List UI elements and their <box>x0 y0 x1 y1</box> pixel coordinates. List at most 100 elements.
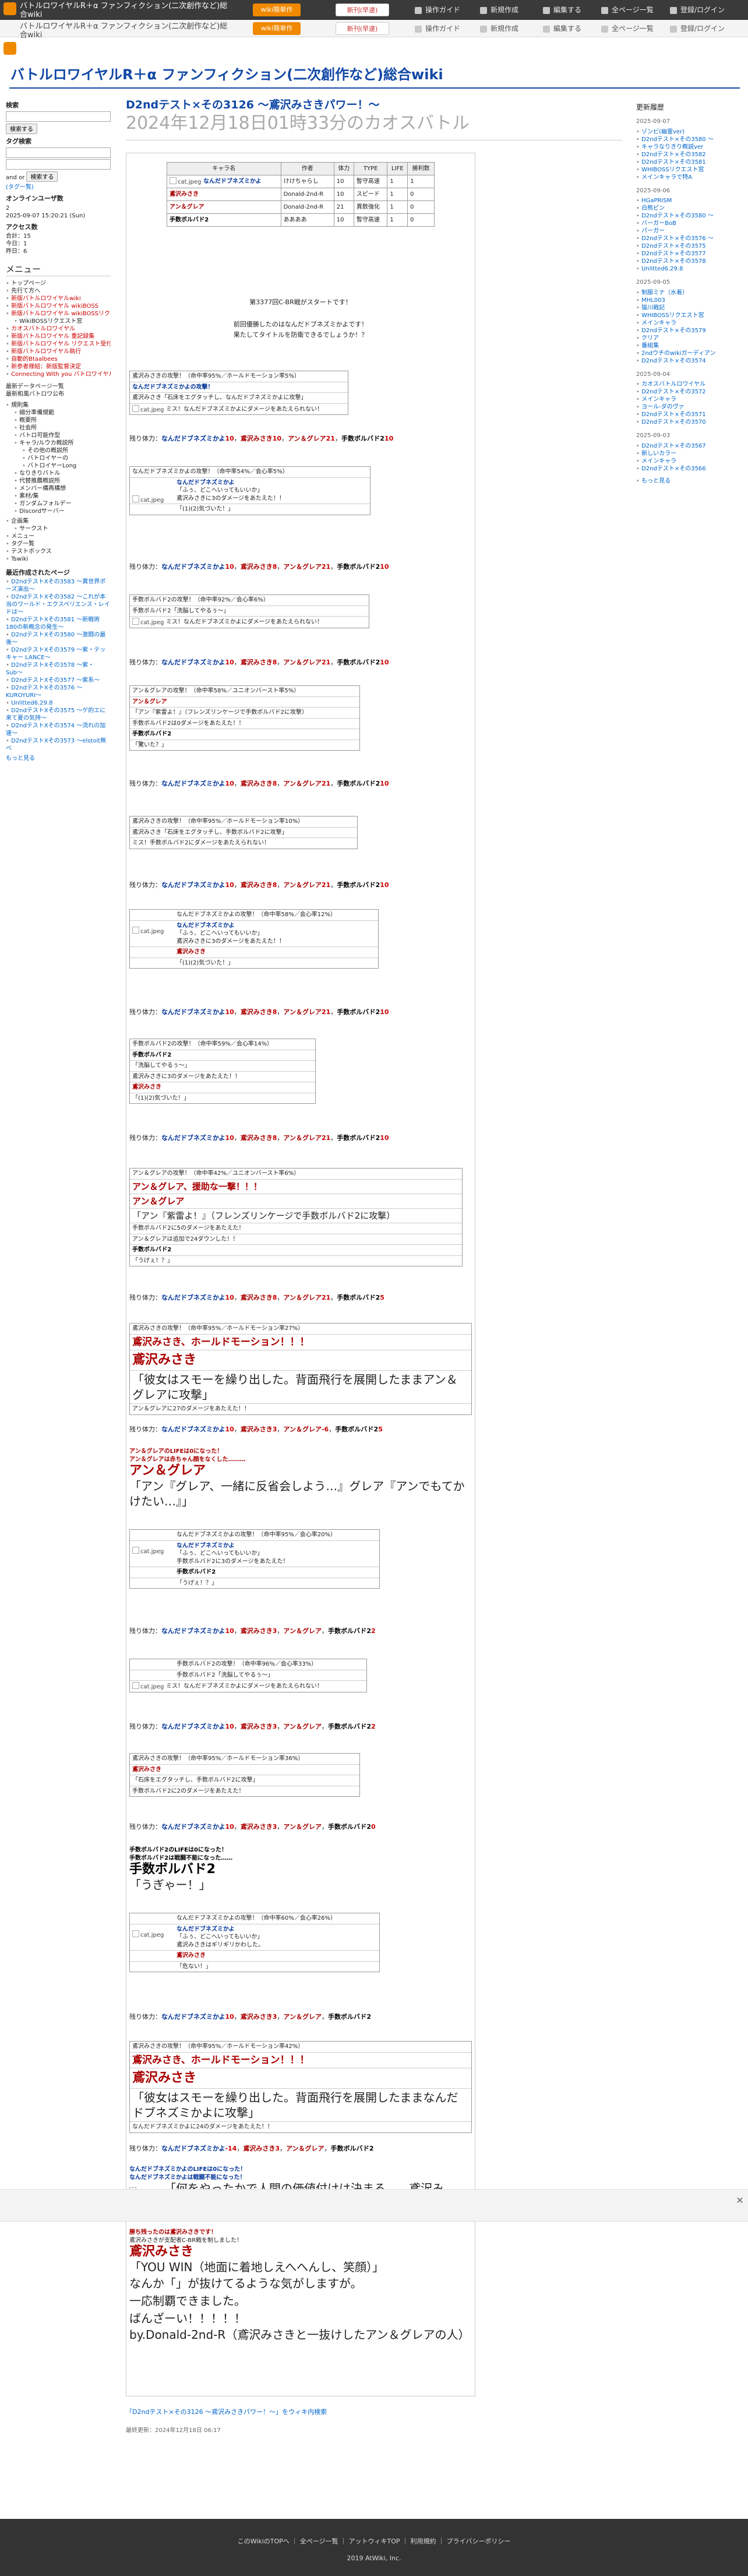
history-item[interactable]: D2ndテスト×その3576 〜 <box>636 235 742 242</box>
ad-banner[interactable] <box>0 2189 748 2222</box>
recent-page-link[interactable]: D2ndテストXその3575 〜ゲ的エに来て夏の気持〜 <box>6 707 111 722</box>
history-item[interactable]: メインキャラ <box>636 458 742 465</box>
history-item[interactable]: ゾンビ(幽霊ver) <box>636 128 742 136</box>
top-bar-title[interactable]: バトルロワイヤルR＋α ファンフィクション(二次創作など)総合wiki <box>20 2 230 19</box>
recent-page-link[interactable]: D2ndテストXその3577 〜紫系〜 <box>6 677 111 684</box>
history-item[interactable]: バーガーBoB <box>636 220 742 227</box>
recent-page-link[interactable]: D2ndテストXその3579 〜紫・テッキャー LANCE〜 <box>6 646 111 661</box>
history-item[interactable]: パーガー <box>636 227 742 235</box>
menu-item[interactable]: 新参者様紹：新版監督決定 <box>6 363 111 371</box>
menu-item[interactable]: カオスバトルロワイヤル <box>6 325 111 333</box>
history-item[interactable]: D2ndテスト×その3580 〜 <box>636 136 742 143</box>
edit-link-2[interactable]: 編集する <box>543 22 581 35</box>
menu-item[interactable]: 新版バトルロワイヤル wikiBOSS <box>6 302 111 310</box>
tree-item[interactable]: バトロイヤーLong <box>6 462 111 470</box>
tree-item[interactable]: Discordサーバー <box>6 508 111 515</box>
tree-item[interactable]: 代替推薦概説所 <box>6 477 111 485</box>
history-item[interactable]: 新しいカラー <box>636 450 742 458</box>
menu-item[interactable]: トップページ <box>6 280 111 287</box>
menu-item[interactable]: 新版バトルロワイヤル 重記録集 <box>6 333 111 340</box>
history-item[interactable]: D2ndテスト×その3578 <box>636 258 742 265</box>
all-pages-link[interactable]: 全ページ一覧 <box>601 3 654 16</box>
right-more-link[interactable]: もっと見る <box>636 477 742 485</box>
misc-item[interactable]: Tswiki <box>6 555 111 563</box>
login-link[interactable]: 登録/ログイン <box>670 3 725 16</box>
recent-page-link[interactable]: D2ndテストXその3581 〜新戦術180の新概念の発生〜 <box>6 616 111 631</box>
misc-item[interactable]: メニュー <box>6 533 111 540</box>
history-item[interactable]: キャラなりきり概説ver <box>636 143 742 151</box>
history-item[interactable]: メインキャラで特A <box>636 174 742 181</box>
recent-page-link[interactable]: D2ndテストXその3574 〜流れの加速〜 <box>6 722 111 737</box>
tree-item[interactable]: 細分準備規範 <box>6 409 111 417</box>
history-item[interactable]: D2ndテスト×その3580 〜 <box>636 212 742 220</box>
wiki-logo-icon[interactable] <box>3 2 16 15</box>
recent-page-link[interactable]: D2ndテストXその3580 〜激闘の最後〜 <box>6 631 111 646</box>
history-item[interactable]: D2ndテスト×その3581 <box>636 159 742 166</box>
history-item[interactable]: D2ndテスト×その3577 <box>636 250 742 258</box>
menu-item[interactable]: 新版バトルロワイヤル wikiBOSSリクエスト窓 <box>6 310 111 318</box>
recent-page-link[interactable]: D2ndテストXその3573 〜elstoit無べ <box>6 737 111 752</box>
new-book-button-2[interactable]: 新刊(早速) <box>336 22 389 35</box>
tree-item[interactable]: 概要所 <box>6 417 111 424</box>
edit-link[interactable]: 編集する <box>543 3 581 16</box>
menu-item[interactable]: 先行て方へ <box>6 287 111 295</box>
tag-search-button[interactable]: 検索する <box>26 171 58 182</box>
wiki-search-link[interactable]: 「D2ndテスト×その3126 〜鳶沢みさきパワー！〜」をウィキ内検索 <box>126 2408 327 2417</box>
history-item[interactable]: 番組集 <box>636 342 742 350</box>
history-item[interactable]: D2ndテスト×その3574 <box>636 357 742 365</box>
tree-item[interactable]: バトロ可能作型 <box>6 432 111 439</box>
history-item[interactable]: 2ndウチのwikiガーディアン <box>636 350 742 357</box>
history-item[interactable]: WHIBOSSリクエスト窓 <box>636 166 742 174</box>
tree-item[interactable]: 素材/集 <box>6 492 111 500</box>
recent-page-link[interactable]: D2ndテストXその3578 〜紫・Sub〜 <box>6 661 111 677</box>
misc-item[interactable]: 企画集 <box>6 518 111 525</box>
history-item[interactable]: MHL003 <box>636 297 742 304</box>
tree-item[interactable]: 規則集 <box>6 402 111 409</box>
tree-item[interactable]: ガンダムフォルデー <box>6 500 111 508</box>
tag-input-2[interactable] <box>6 159 111 170</box>
history-item[interactable]: メインキャラ <box>636 396 742 403</box>
recent-page-link[interactable]: D2ndテストXその3583 〜異世界ポーズ演出〜 <box>6 578 111 593</box>
menu-item[interactable]: 新版バトルロワイヤルwiki <box>6 295 111 302</box>
history-item[interactable]: カオスバトルロワイヤル <box>636 381 742 388</box>
misc-item[interactable]: テストボックス <box>6 548 111 555</box>
history-item[interactable]: D2ndテスト×その3575 <box>636 242 742 250</box>
misc-item[interactable]: タグ一覧 <box>6 540 111 548</box>
wiki-logo-icon[interactable] <box>3 42 16 55</box>
wiki-create-button[interactable]: wiki簡単作 <box>253 3 301 16</box>
misc-item[interactable]: サークスト <box>6 525 111 533</box>
tree-item[interactable]: バトロイヤーの <box>6 455 111 462</box>
search-input[interactable] <box>6 111 111 122</box>
history-item[interactable]: Unlitted6.29.8 <box>636 265 742 273</box>
footer-links[interactable]: このWikiのTOPへ ｜ 全ページ一覧 ｜ アットウィキTOP ｜ 利用規約 … <box>0 2538 748 2546</box>
or-radio[interactable]: or <box>19 174 24 181</box>
history-item[interactable]: 白熊ピン <box>636 205 742 212</box>
new-page-link-2[interactable]: 新規作成 <box>480 22 518 35</box>
more-link[interactable]: もっと見る <box>6 755 111 762</box>
history-item[interactable]: D2ndテスト×その3567 <box>636 442 742 450</box>
and-radio[interactable]: and <box>6 174 17 181</box>
login-link-2[interactable]: 登録/ログイン <box>670 22 725 35</box>
history-item[interactable]: D2ndテスト×その3579 <box>636 327 742 335</box>
history-item[interactable]: 制服ミナ（水着） <box>636 289 742 297</box>
tree-item[interactable]: なりきりバトル <box>6 470 111 477</box>
search-button[interactable]: 検索する <box>6 123 37 134</box>
history-item[interactable]: D2ndテスト×その3572 <box>636 388 742 396</box>
menu-item[interactable]: WikiBOSSリクエスト窓 <box>6 318 111 325</box>
new-page-link[interactable]: 新規作成 <box>480 3 518 16</box>
guide-link[interactable]: 操作ガイド <box>415 3 460 16</box>
new-book-button[interactable]: 新刊(早速) <box>336 3 389 16</box>
history-item[interactable]: メインキャラ <box>636 319 742 327</box>
tag-input-1[interactable] <box>6 147 111 158</box>
history-item[interactable]: HGaPRISM <box>636 197 742 205</box>
history-item[interactable]: クリア <box>636 335 742 342</box>
history-item[interactable]: D2ndテスト×その3570 <box>636 418 742 426</box>
history-item[interactable]: D2ndテスト×その3582 <box>636 151 742 159</box>
recent-data-link[interactable]: 最新データページ一覧 <box>6 383 111 390</box>
all-pages-link-2[interactable]: 全ページ一覧 <box>601 22 654 35</box>
history-item[interactable]: D2ndテスト×その3571 <box>636 411 742 418</box>
recent-page-link[interactable]: D2ndテストXその3582 〜これが本当のワールド・エクスペリエンス・レイドは… <box>6 593 111 616</box>
menu-item[interactable]: Connecting With you バトロワイヤル！ <box>6 371 111 378</box>
history-item[interactable]: 猫川戦記 <box>636 304 742 312</box>
history-item[interactable]: D2ndテスト×その3566 <box>636 465 742 473</box>
